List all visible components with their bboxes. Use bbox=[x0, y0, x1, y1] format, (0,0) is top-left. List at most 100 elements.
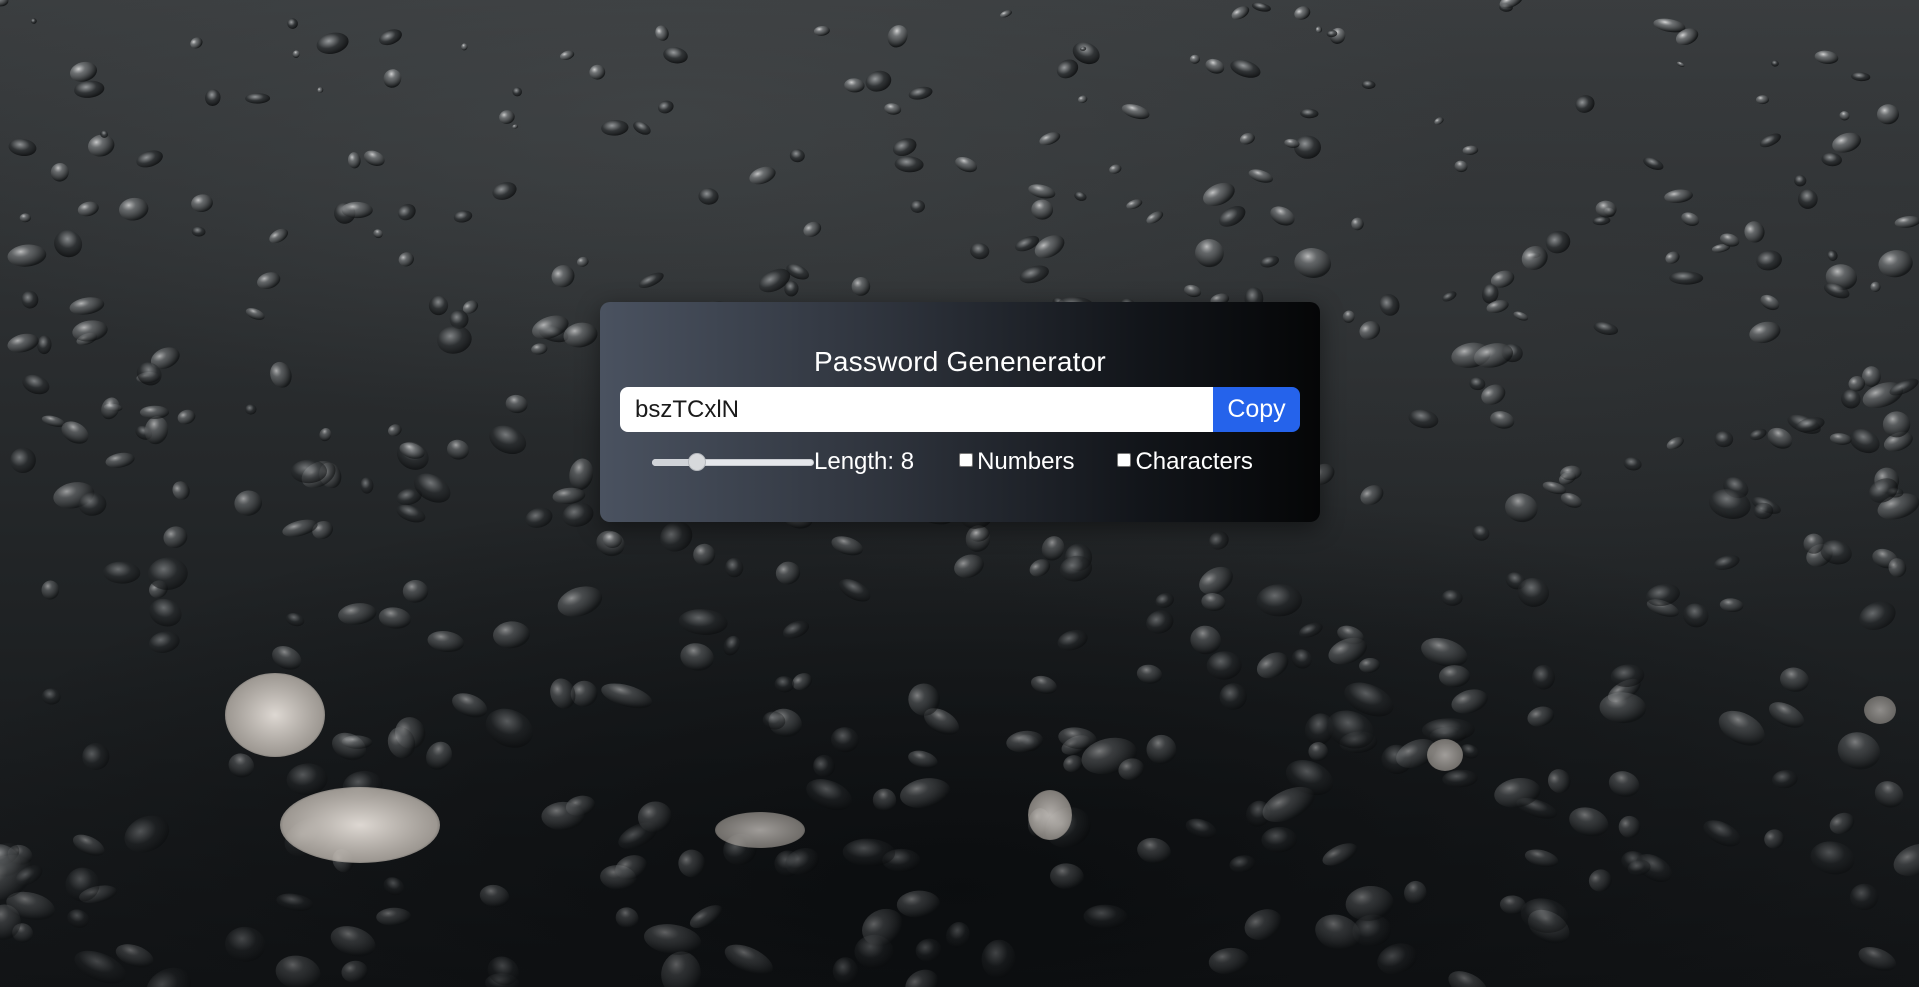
water-droplet bbox=[680, 643, 714, 671]
water-droplet bbox=[910, 199, 925, 213]
numbers-option[interactable]: Numbers bbox=[959, 448, 1074, 476]
water-droplet bbox=[1851, 72, 1871, 82]
water-droplet bbox=[282, 519, 318, 537]
water-droplet bbox=[887, 25, 908, 48]
water-droplet bbox=[1454, 160, 1468, 173]
water-droplet bbox=[1623, 457, 1642, 471]
water-droplet bbox=[245, 93, 271, 104]
water-droplet bbox=[872, 788, 897, 812]
water-droplet bbox=[1472, 525, 1490, 541]
water-droplet bbox=[8, 138, 37, 157]
water-droplet bbox=[30, 18, 37, 24]
water-droplet bbox=[831, 536, 863, 556]
water-droplet bbox=[360, 477, 374, 494]
water-droplet bbox=[1185, 818, 1217, 839]
water-droplet bbox=[1229, 855, 1256, 873]
water-droplet bbox=[693, 543, 716, 566]
water-droplet bbox=[1588, 869, 1612, 892]
water-droplet bbox=[10, 447, 36, 474]
password-output-field[interactable] bbox=[620, 387, 1213, 432]
water-droplet bbox=[658, 100, 674, 114]
characters-option[interactable]: Characters bbox=[1117, 448, 1253, 476]
water-droplet bbox=[1361, 80, 1376, 90]
water-droplet bbox=[1201, 593, 1226, 611]
water-droplet bbox=[1074, 191, 1087, 201]
copy-button[interactable]: Copy bbox=[1213, 387, 1300, 432]
water-droplet bbox=[1000, 10, 1012, 18]
page-title: Password Genenerator bbox=[814, 346, 1106, 377]
water-droplet bbox=[1545, 230, 1571, 254]
water-droplet bbox=[892, 138, 917, 157]
water-droplet bbox=[1351, 217, 1364, 231]
length-slider-thumb[interactable] bbox=[688, 453, 706, 471]
water-droplet bbox=[1441, 589, 1463, 606]
water-droplet bbox=[678, 849, 706, 878]
water-droplet bbox=[1894, 216, 1919, 228]
water-droplet bbox=[1810, 841, 1855, 875]
water-droplet bbox=[1794, 174, 1807, 187]
water-droplet bbox=[1832, 132, 1862, 153]
characters-checkbox[interactable] bbox=[1117, 453, 1132, 467]
water-droplet bbox=[1829, 433, 1852, 445]
water-droplet bbox=[292, 50, 300, 58]
water-droplet bbox=[402, 579, 429, 603]
water-droplet bbox=[1208, 947, 1250, 975]
water-droplet bbox=[1203, 182, 1235, 206]
water-droplet bbox=[1256, 584, 1303, 617]
water-droplet bbox=[884, 103, 902, 115]
water-droplet bbox=[1294, 6, 1311, 20]
water-droplet bbox=[1676, 61, 1685, 67]
water-droplet bbox=[1230, 59, 1261, 78]
water-droplet bbox=[398, 252, 414, 267]
water-droplet bbox=[663, 47, 688, 64]
numbers-checkbox[interactable] bbox=[959, 453, 974, 467]
water-droplet bbox=[1593, 322, 1619, 335]
water-droplet bbox=[1878, 250, 1913, 278]
water-droplet bbox=[341, 960, 368, 983]
water-droplet bbox=[144, 416, 169, 445]
water-droplet bbox=[1294, 135, 1321, 159]
length-label: Length: 8 bbox=[814, 448, 915, 475]
water-droplet bbox=[285, 612, 305, 627]
water-droplet bbox=[1760, 294, 1780, 311]
water-droplet bbox=[489, 425, 527, 455]
water-droplet bbox=[338, 603, 377, 625]
water-droplet bbox=[1063, 755, 1083, 773]
water-droplet bbox=[1877, 104, 1899, 125]
water-droplet bbox=[601, 683, 653, 709]
water-droplet bbox=[775, 561, 801, 585]
water-droplet bbox=[1490, 411, 1515, 429]
water-droplet bbox=[1521, 245, 1548, 270]
water-droplet bbox=[981, 939, 1016, 979]
water-droplet bbox=[1839, 111, 1850, 121]
water-droplet bbox=[1756, 250, 1782, 271]
water-droplet bbox=[1231, 6, 1250, 20]
water-droplet bbox=[655, 25, 669, 41]
water-droplet bbox=[774, 676, 795, 693]
water-droplet bbox=[1050, 863, 1084, 890]
water-droplet bbox=[21, 290, 39, 309]
water-droplet bbox=[77, 201, 99, 217]
water-droplet bbox=[74, 80, 105, 98]
water-droplet bbox=[1315, 26, 1323, 33]
water-droplet bbox=[1682, 603, 1709, 628]
water-droplet bbox=[803, 221, 822, 237]
water-droplet bbox=[1547, 769, 1571, 794]
water-droplet bbox=[1527, 706, 1555, 727]
water-droplet bbox=[1513, 311, 1529, 321]
water-droplet bbox=[376, 907, 411, 926]
water-droplet bbox=[512, 124, 519, 129]
water-droplet bbox=[383, 69, 402, 88]
water-droplet bbox=[397, 203, 416, 221]
water-droplet bbox=[1057, 629, 1088, 651]
water-droplet bbox=[813, 754, 836, 777]
water-droplet bbox=[725, 557, 744, 578]
water-droplet bbox=[1666, 437, 1684, 450]
water-droplet bbox=[1294, 248, 1332, 278]
water-droplet bbox=[105, 452, 135, 468]
length-slider[interactable] bbox=[652, 450, 814, 474]
water-droplet bbox=[724, 944, 773, 976]
water-droplet bbox=[493, 621, 530, 649]
water-droplet bbox=[50, 163, 69, 182]
water-droplet bbox=[1505, 493, 1538, 523]
